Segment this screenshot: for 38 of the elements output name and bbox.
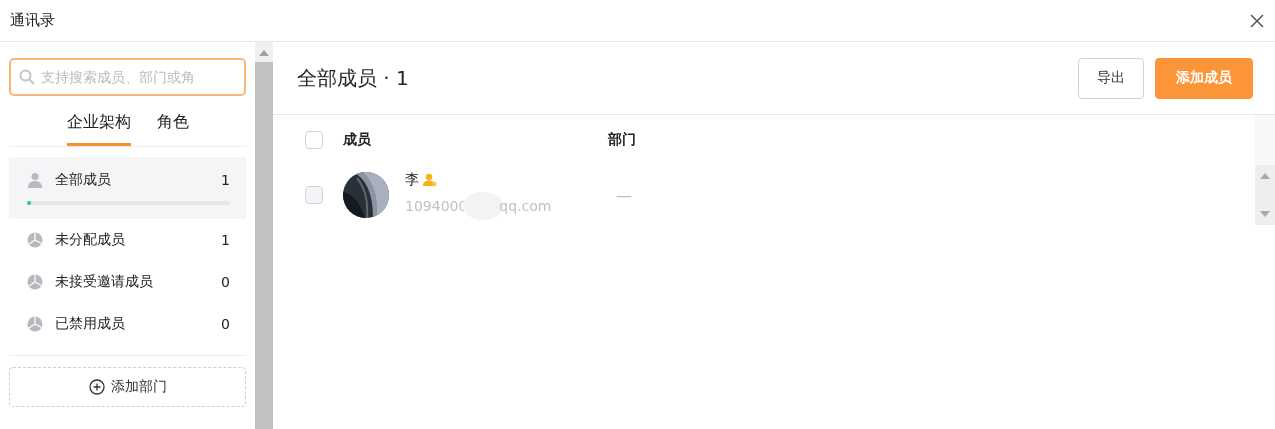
checkbox[interactable] [305, 131, 323, 149]
pie-chart-icon [27, 274, 43, 290]
column-header: 成员 [343, 131, 372, 149]
pie-chart-icon [27, 232, 43, 248]
plus-icon [88, 379, 105, 395]
page-title: 全部成员 · 1 [297, 64, 410, 92]
add-department-button[interactable]: 添加部门 [9, 367, 246, 407]
group-item[interactable]: 未接受邀请成员 0 [9, 261, 246, 303]
group-count: 0 [221, 316, 230, 332]
group-count: 1 [221, 172, 230, 188]
group-label: 已禁用成员 [55, 315, 126, 333]
search-icon [19, 69, 35, 85]
group-item[interactable]: 已禁用成员 0 [9, 303, 246, 345]
group-item[interactable]: 未分配成员 1 [9, 219, 246, 261]
scrollbar[interactable] [255, 42, 273, 429]
column-header: 部门 [608, 131, 636, 149]
tab[interactable]: 角色 [156, 106, 189, 146]
scroll-up-icon[interactable] [1260, 173, 1270, 179]
person-icon [27, 172, 43, 188]
member-email: qq.com [499, 197, 552, 214]
checkbox[interactable] [305, 186, 323, 204]
group-label: 未分配成员 [55, 231, 126, 249]
pie-chart-icon [27, 316, 43, 332]
scrollbar[interactable] [1255, 165, 1275, 225]
group-label: 全部成员 [55, 171, 112, 189]
group-label: 未接受邀请成员 [55, 273, 154, 291]
group-count: 1 [221, 232, 230, 248]
scroll-up-icon[interactable] [259, 50, 269, 56]
window-title: 通讯录 [10, 11, 55, 30]
close-icon[interactable] [1249, 12, 1265, 29]
search-field[interactable]: 支持搜索成员、部门或角 [9, 58, 246, 96]
scroll-down-icon[interactable] [1260, 211, 1270, 217]
group-count: 0 [221, 274, 230, 290]
export-button[interactable]: 导出 [1078, 57, 1144, 99]
member-name: 李 [405, 170, 419, 189]
group-item[interactable]: 全部成员 1 [9, 157, 246, 219]
tab[interactable]: 企业架构 [66, 106, 131, 146]
department-cell-text: — [615, 185, 632, 205]
